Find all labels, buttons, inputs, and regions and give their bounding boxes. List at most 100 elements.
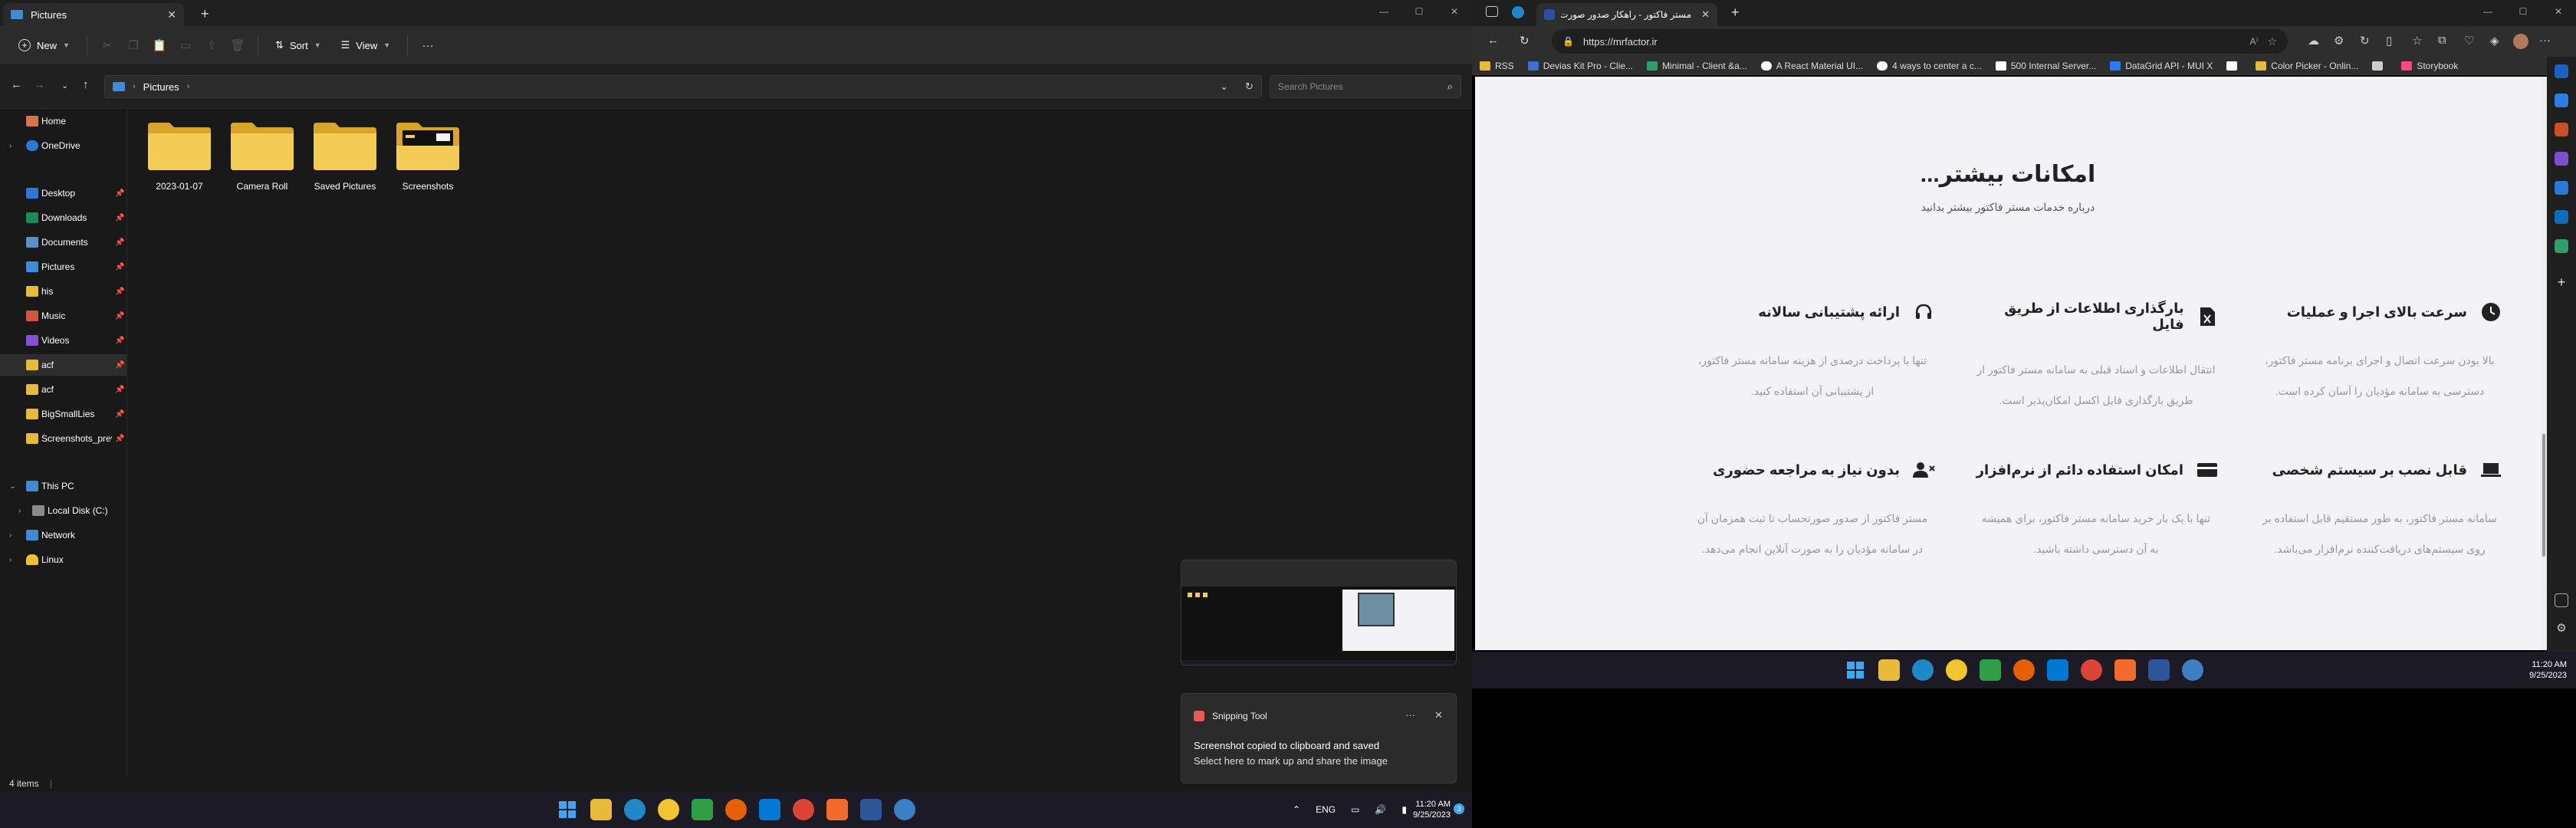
firefox-icon[interactable]	[725, 799, 747, 820]
refresh-icon[interactable]: ↻	[1520, 34, 1530, 48]
edge-browser-icon[interactable]	[1912, 659, 1934, 681]
close-tab-icon[interactable]: ✕	[1701, 8, 1710, 21]
file-explorer-icon[interactable]	[590, 799, 612, 820]
bookmark-item[interactable]: A React Material UI...	[1760, 61, 1863, 71]
search-icon[interactable]	[2555, 64, 2568, 78]
collections-icon[interactable]: ⧉	[2438, 34, 2446, 47]
bookmark-item[interactable]: RSS	[1480, 61, 1514, 71]
recent-locations-icon[interactable]: ⌄	[61, 80, 68, 90]
bookmark-item[interactable]: 4 ways to center a c...	[1877, 61, 1982, 71]
nav-item-music[interactable]: Music 📌	[0, 305, 127, 327]
network-globe-icon[interactable]	[2182, 659, 2203, 681]
volume-icon[interactable]: 🔊	[1375, 804, 1386, 815]
games-icon[interactable]	[2555, 152, 2568, 166]
forward-arrow-icon[interactable]: →	[34, 78, 45, 91]
pin-icon[interactable]: 📌	[115, 410, 124, 419]
address-dropdown-icon[interactable]: ⌄	[1220, 80, 1228, 93]
vscode-icon[interactable]	[759, 799, 780, 820]
new-tab-icon[interactable]: +	[1731, 5, 1740, 21]
network-globe-icon[interactable]	[894, 799, 915, 820]
snipping-tool-notification[interactable]: Snipping Tool ··· ✕ Screenshot copied to…	[1181, 693, 1457, 784]
nav-item-network[interactable]: › Network	[0, 524, 127, 546]
firefox-icon[interactable]	[2013, 659, 2035, 681]
view-button[interactable]: ☰ View ▼	[334, 32, 399, 58]
rename-icon[interactable]: ▭	[175, 32, 196, 58]
drop-icon[interactable]	[2555, 239, 2568, 253]
nav-item-acf[interactable]: acf 📌	[0, 354, 127, 376]
pin-icon[interactable]: 📌	[115, 312, 124, 320]
bookmark-item[interactable]: Devias Kit Pro - Clie...	[1527, 61, 1633, 71]
browser-essentials-icon[interactable]: ♡	[2464, 34, 2474, 48]
cloud-extension-icon[interactable]: ☁	[2308, 34, 2319, 48]
nav-item-onedrive[interactable]: › OneDrive	[0, 135, 127, 156]
pin-icon[interactable]: 📌	[115, 337, 124, 345]
chrome-icon[interactable]	[658, 799, 679, 820]
pin-icon[interactable]: 📌	[115, 238, 124, 247]
chrome-canary-icon[interactable]	[2081, 659, 2102, 681]
clock[interactable]: 11:20 AM 9/25/2023	[2521, 652, 2567, 688]
explorer-tab[interactable]: Pictures ✕	[3, 3, 184, 26]
outlook-icon[interactable]	[2555, 210, 2568, 224]
refresh-icon[interactable]: ↻	[1245, 80, 1254, 93]
nav-item-videos[interactable]: Videos 📌	[0, 330, 127, 351]
language-indicator[interactable]: ENG	[1316, 804, 1336, 815]
paste-icon[interactable]: 📋	[149, 32, 170, 58]
nav-item-bigsmalllies[interactable]: BigSmallLies 📌	[0, 403, 127, 425]
office-icon[interactable]	[2555, 181, 2568, 195]
edge-browser-icon[interactable]	[624, 799, 646, 820]
avatar[interactable]	[2513, 34, 2528, 49]
pin-icon[interactable]: 📌	[115, 288, 124, 296]
tools-icon[interactable]	[2555, 123, 2568, 136]
nav-item-pictures[interactable]: Pictures 📌	[0, 256, 127, 278]
sort-button[interactable]: ⇅ Sort ▼	[268, 32, 329, 58]
more-options-icon[interactable]: ···	[417, 32, 439, 58]
vscode-icon[interactable]	[2047, 659, 2068, 681]
pin-icon[interactable]: 📌	[115, 263, 124, 271]
spreadsheet-app-icon[interactable]	[692, 799, 713, 820]
close-window-icon[interactable]: ✕	[2541, 0, 2576, 23]
read-aloud-icon[interactable]: A⁾	[2249, 36, 2258, 47]
nav-item-documents[interactable]: Documents 📌	[0, 232, 127, 253]
start-windows-icon[interactable]	[1845, 659, 1866, 681]
settings-gear-icon[interactable]: ⚙	[2555, 621, 2568, 635]
bookmark-item[interactable]	[2226, 61, 2242, 71]
close-tab-icon[interactable]: ✕	[167, 8, 176, 21]
nav-item-home[interactable]: Home	[0, 110, 127, 132]
delete-icon[interactable]: 🗑	[227, 32, 248, 58]
new-button[interactable]: + New ▼	[11, 32, 77, 58]
file-explorer-icon[interactable]	[1878, 659, 1900, 681]
copy-icon[interactable]: ❐	[123, 32, 144, 58]
nav-item-linux[interactable]: › Linux	[0, 549, 127, 570]
folder-item[interactable]: Screenshots	[388, 120, 468, 204]
tab-actions-icon[interactable]	[1486, 6, 1498, 17]
new-tab-icon[interactable]: +	[201, 6, 209, 22]
display-icon[interactable]: ▭	[1351, 804, 1359, 815]
back-arrow-icon[interactable]: ←	[11, 78, 22, 91]
sidebar-layout-icon[interactable]	[2555, 593, 2568, 607]
favorites-icon[interactable]: ☆	[2412, 34, 2422, 48]
xampp-icon[interactable]	[2114, 659, 2136, 681]
folder-item[interactable]: Camera Roll	[222, 120, 302, 204]
chrome-canary-icon[interactable]	[793, 799, 814, 820]
xampp-icon[interactable]	[826, 799, 848, 820]
close-window-icon[interactable]: ✕	[1437, 0, 1472, 23]
notification-badge[interactable]: 3	[1454, 803, 1464, 814]
clock[interactable]: 11:20 AM 9/25/2023	[1405, 791, 1451, 828]
search-input[interactable]: Search Pictures ⌕	[1270, 75, 1461, 98]
more-options-icon[interactable]: ···	[2539, 34, 2551, 47]
chrome-icon[interactable]	[1946, 659, 1967, 681]
pin-icon[interactable]: 📌	[115, 435, 124, 443]
pin-icon[interactable]: 📌	[115, 386, 124, 394]
word-icon[interactable]	[2148, 659, 2170, 681]
nav-item-his[interactable]: his 📌	[0, 281, 127, 302]
address-bar[interactable]: › Pictures › ⌄ ↻	[104, 75, 1262, 98]
maximize-icon[interactable]: ☐	[2505, 0, 2541, 23]
scrollbar-thumb[interactable]	[2542, 434, 2545, 557]
nav-item-screenshots-prev[interactable]: Screenshots_prev 📌	[0, 428, 127, 449]
shopping-icon[interactable]	[2555, 94, 2568, 107]
back-arrow-icon[interactable]: ←	[1487, 34, 1499, 47]
pin-icon[interactable]: 📌	[115, 361, 124, 370]
folder-item[interactable]: Saved Pictures	[305, 120, 385, 204]
split-screen-icon[interactable]: ▯	[2386, 34, 2392, 48]
minimize-icon[interactable]: —	[1366, 0, 1401, 23]
